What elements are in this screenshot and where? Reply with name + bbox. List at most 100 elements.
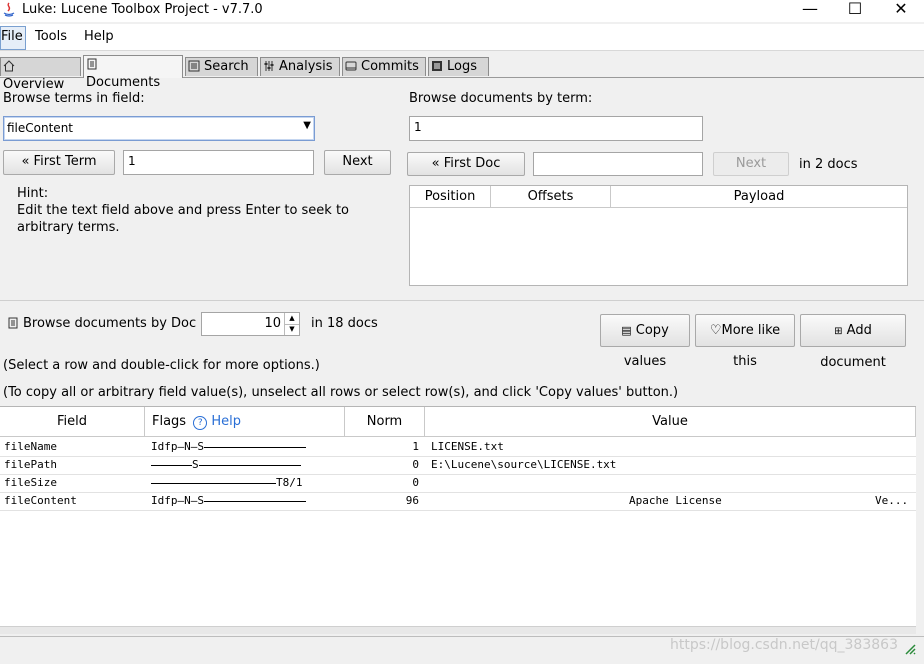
tab-label: Commits [361,59,419,74]
field-flags: Idfp—N—S [151,440,306,453]
browse-by-doc-label: Browse documents by Doc # [23,316,212,331]
log-icon [432,61,442,71]
flags-text: T8/1 [276,476,303,489]
tab-commits[interactable]: Commits [342,57,426,76]
flags-text: S [192,458,199,471]
hint-line-2: arbitrary terms. [17,220,120,235]
add-box-icon: ⊞ [834,326,843,337]
term-input[interactable]: 1 [123,150,314,175]
maximize-button[interactable]: ☐ [832,0,878,22]
doc-term-input[interactable]: 1 [409,116,703,141]
double-chevron-left-icon: « [431,156,440,171]
horizontal-scrollbar[interactable] [0,626,916,634]
tab-label: Documents [86,75,161,90]
column-value[interactable]: Value [425,407,916,437]
menu-bar [0,24,924,51]
flags-text: Idfp—N—S [151,440,204,453]
watermark-text: https://blog.csdn.net/qq_383863 [670,637,898,653]
tab-label: Logs [447,59,477,74]
first-term-button[interactable]: « First Term [3,150,115,175]
field-select-value: fileContent [7,121,73,135]
add-document-button[interactable]: ⊞ Add document [800,314,906,370]
java-app-icon [2,2,16,18]
positions-table[interactable]: Position Offsets Payload [409,185,908,286]
doc-total-text: in 18 docs [311,316,378,331]
instruction-select-row: (Select a row and double-click for more … [3,358,320,373]
table-row[interactable]: fileContent Idfp—N—S 96 Apache License V… [0,492,916,511]
table-row[interactable]: filePath S 0 E:\Lucene\source\LICENSE.tx… [0,456,916,475]
tab-documents[interactable]: Documents [83,55,183,90]
document-fields-table[interactable]: Field Flags ? Help Norm Value fileName I… [0,406,916,627]
tab-label: Analysis [279,59,333,74]
document-icon [7,317,19,333]
field-value: E:\Lucene\source\LICENSE.txt [431,458,617,471]
book-icon [345,61,357,71]
hint-line-1: Edit the text field above and press Ente… [17,203,350,218]
first-term-label: First Term [33,154,97,169]
table-row[interactable]: fileName Idfp—N—S 1 LICENSE.txt [0,438,916,457]
doc-id-input[interactable] [533,152,703,176]
instruction-copy-values: (To copy all or arbitrary field value(s)… [3,385,679,400]
column-offsets[interactable]: Offsets [491,186,611,208]
clipboard-icon: ▤ [621,324,632,337]
doc-number-spinner[interactable]: 10 ▲ ▼ [201,312,300,336]
column-position[interactable]: Position [410,186,491,208]
field-norm: 0 [412,458,419,471]
field-name: fileName [4,440,57,453]
document-icon [87,58,97,70]
chevron-down-icon: ▼ [303,120,311,131]
home-icon [3,60,15,72]
heart-icon: ♡ [709,323,722,338]
tab-analysis[interactable]: Analysis [260,57,340,76]
sliders-icon [264,61,274,71]
field-name: fileContent [4,494,77,507]
help-icon[interactable]: ? [193,416,208,430]
field-name: filePath [4,458,57,471]
field-norm: 1 [412,440,419,453]
close-button[interactable]: ✕ [878,0,924,22]
menu-tools[interactable]: Tools [35,29,67,44]
column-payload[interactable]: Payload [611,186,907,208]
column-field[interactable]: Field [0,407,145,437]
menu-file[interactable]: File [1,29,23,44]
tab-overview[interactable]: Overview [0,57,81,92]
browse-docs-by-term-heading: Browse documents by term: [409,91,593,106]
column-flags-label: Flags [152,414,187,429]
doc-number-value: 10 [264,316,281,331]
add-document-label: Add document [820,323,886,370]
column-flags[interactable]: Flags ? Help [145,407,345,437]
double-chevron-left-icon: « [21,154,30,169]
doc-count-text: in 2 docs [799,157,858,172]
tab-label: Overview [3,77,65,92]
column-norm[interactable]: Norm [345,407,425,437]
browse-terms-heading: Browse terms in field: [3,91,145,106]
resize-grip-icon[interactable] [902,640,916,656]
field-flags: Idfp—N—S [151,494,306,507]
field-select[interactable]: fileContent ▼ [3,116,315,141]
first-doc-button[interactable]: « First Doc [407,152,525,176]
flags-help-link[interactable]: Help [211,414,241,429]
field-value: LICENSE.txt [431,440,504,453]
window-title: Luke: Lucene Toolbox Project - v7.7.0 [22,2,263,17]
field-value: Apache License [629,494,722,507]
spinner-down-icon[interactable]: ▼ [284,324,299,335]
next-term-button[interactable]: Next [324,150,391,175]
copy-values-button[interactable]: ▤ Copy values [600,314,690,369]
field-flags: S [151,458,301,471]
flags-text: Idfp—N—S [151,494,204,507]
tab-search[interactable]: Search [185,57,258,76]
minimize-button[interactable]: — [787,0,833,22]
table-row[interactable]: fileSize T8/1 0 [0,474,916,493]
field-norm: 96 [405,494,419,507]
search-icon [188,60,200,72]
field-name: fileSize [4,476,57,489]
more-like-this-label: More like this [721,323,781,369]
more-like-this-button[interactable]: ♡More like this [695,314,795,369]
hint-title: Hint: [17,186,49,201]
tab-logs[interactable]: Logs [428,57,489,76]
tab-label: Search [204,59,249,74]
first-doc-label: First Doc [443,156,501,171]
menu-help[interactable]: Help [84,29,114,44]
field-norm: 0 [412,476,419,489]
next-doc-button[interactable]: Next [713,152,789,176]
